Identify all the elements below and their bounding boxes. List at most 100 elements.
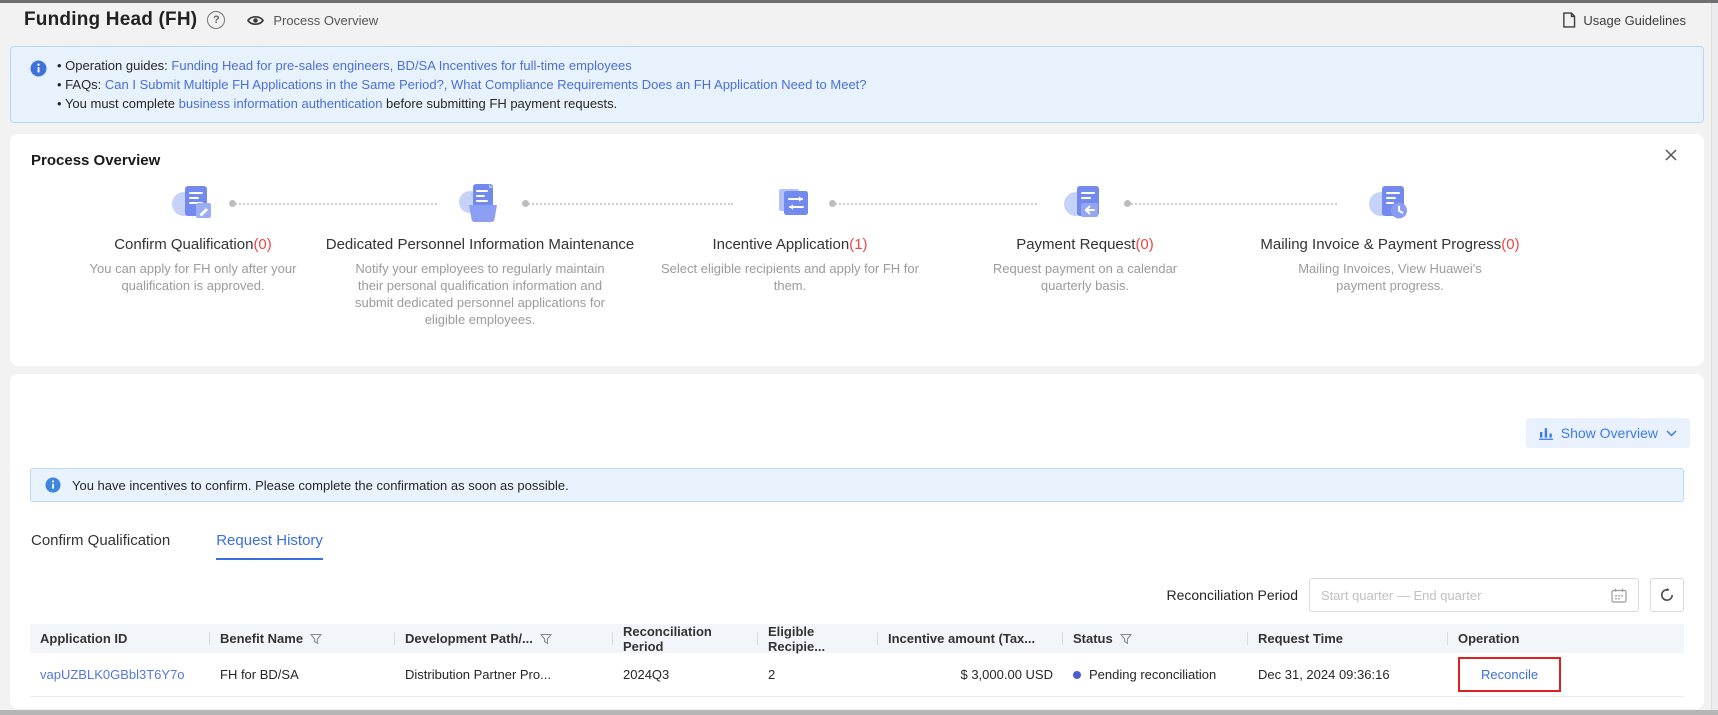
- step-description: Notify your employees to regularly maint…: [354, 260, 606, 328]
- chevron-down-icon: [1666, 430, 1677, 437]
- document-tray-icon: [320, 182, 640, 226]
- step-description: You can apply for FH only after your qua…: [63, 260, 323, 294]
- refresh-icon: [1659, 587, 1675, 603]
- range-placeholder: Start quarter — End quarter: [1321, 588, 1611, 603]
- window-bottom-edge: [0, 710, 1718, 715]
- process-overview-toggle-label[interactable]: Process Overview: [273, 13, 378, 28]
- link-bdsa-incentives[interactable]: BD/SA Incentives for full-time employees: [397, 58, 632, 73]
- tab-confirm-qualification[interactable]: Confirm Qualification: [31, 532, 170, 560]
- document-clock-icon: [1230, 182, 1550, 226]
- link-faq-multiple-applications[interactable]: Can I Submit Multiple FH Applications in…: [105, 77, 444, 92]
- faqs-label: FAQs:: [65, 77, 105, 92]
- step-description: Select eligible recipients and apply for…: [655, 260, 925, 294]
- auth-text-post: before submitting FH payment requests.: [382, 96, 617, 111]
- cell-benefit-name: FH for BD/SA: [210, 667, 395, 682]
- banner-line-operation-guides: Operation guides: Funding Head for pre-s…: [57, 56, 1687, 75]
- info-icon: [30, 60, 47, 80]
- transfer-arrows-icon: [630, 182, 950, 226]
- reconcile-link[interactable]: Reconcile: [1481, 667, 1538, 682]
- cell-request-time: Dec 31, 2024 09:36:16: [1248, 667, 1448, 682]
- show-overview-label: Show Overview: [1561, 425, 1658, 441]
- link-business-authentication[interactable]: business information authentication: [179, 96, 383, 111]
- status-dot-icon: [1073, 671, 1081, 679]
- annotation-highlight-box: Reconcile: [1458, 657, 1561, 692]
- incentives-notice-banner: You have incentives to confirm. Please c…: [30, 468, 1684, 502]
- cell-application-id: vapUZBLK0GBbl3T6Y7o: [30, 667, 210, 682]
- filter-icon[interactable]: [540, 633, 552, 645]
- step-count: (0): [1135, 236, 1153, 253]
- bar-chart-icon: [1539, 426, 1553, 440]
- cell-development-path: Distribution Partner Pro...: [395, 667, 613, 682]
- step-title-text: Dedicated Personnel Information Maintena…: [326, 236, 635, 253]
- incentives-notice-text: You have incentives to confirm. Please c…: [72, 478, 569, 493]
- step-count: (0): [253, 236, 271, 253]
- col-application-id: Application ID: [30, 624, 210, 653]
- step-description: Mailing Invoices, View Huawei's payment …: [1275, 260, 1505, 294]
- col-label: Operation: [1458, 631, 1519, 646]
- window-top-edge: [0, 0, 1718, 3]
- reconciliation-period-label: Reconciliation Period: [1166, 587, 1298, 603]
- step-description: Request payment on a calendar quarterly …: [974, 260, 1196, 294]
- step-confirm-qualification: Confirm Qualification(0) You can apply f…: [33, 182, 353, 294]
- step-count: (0): [1501, 236, 1519, 253]
- filter-icon[interactable]: [310, 633, 322, 645]
- table-row: vapUZBLK0GBbl3T6Y7o FH for BD/SA Distrib…: [30, 653, 1684, 697]
- col-label: Status: [1073, 631, 1113, 646]
- col-status: Status: [1063, 624, 1248, 653]
- col-operation: Operation: [1448, 624, 1684, 653]
- col-reconciliation-period: Reconciliation Period: [613, 624, 758, 653]
- col-label: Reconciliation Period: [623, 624, 748, 654]
- tab-request-history[interactable]: Request History: [216, 532, 323, 560]
- link-faq-compliance[interactable]: What Compliance Requirements Does an FH …: [451, 77, 867, 92]
- application-id-link[interactable]: vapUZBLK0GBbl3T6Y7o: [40, 667, 185, 682]
- info-icon: [45, 477, 61, 493]
- banner-line-authentication: You must complete business information a…: [57, 94, 1687, 113]
- col-incentive-amount: Incentive amount (Tax...: [878, 624, 1063, 653]
- quarter-range-input[interactable]: Start quarter — End quarter: [1309, 578, 1639, 612]
- cell-eligible-recipients: 2: [758, 667, 878, 682]
- col-label: Development Path/...: [405, 631, 533, 646]
- step-payment-request: Payment Request(0) Request payment on a …: [925, 182, 1245, 294]
- eye-icon[interactable]: [247, 14, 264, 27]
- request-history-table: Application ID Benefit Name Development …: [30, 624, 1684, 697]
- col-label: Incentive amount (Tax...: [888, 631, 1035, 646]
- step-title-text: Payment Request: [1016, 236, 1135, 253]
- filter-icon[interactable]: [1120, 633, 1132, 645]
- step-title: Incentive Application(1): [630, 236, 950, 253]
- step-title: Mailing Invoice & Payment Progress(0): [1230, 236, 1550, 253]
- page-title: Funding Head (FH): [24, 9, 197, 31]
- table-header: Application ID Benefit Name Development …: [30, 624, 1684, 653]
- help-icon[interactable]: ?: [207, 11, 225, 29]
- col-development-path: Development Path/...: [395, 624, 613, 653]
- col-label: Application ID: [40, 631, 127, 646]
- tab-bar: Confirm Qualification Request History: [31, 532, 323, 560]
- usage-guidelines-button[interactable]: Usage Guidelines: [1562, 12, 1686, 28]
- step-title-text: Incentive Application: [712, 236, 849, 253]
- step-count: (1): [849, 236, 867, 253]
- col-label: Benefit Name: [220, 631, 303, 646]
- link-funding-head-presales[interactable]: Funding Head for pre-sales engineers: [171, 58, 389, 73]
- filter-row: Reconciliation Period Start quarter — En…: [1166, 578, 1684, 612]
- process-overview-panel: Process Overview Confirm Qualification(0…: [10, 134, 1704, 366]
- document-arrow-icon: [925, 182, 1245, 226]
- scrollbar-track[interactable]: [1711, 3, 1718, 710]
- calendar-icon[interactable]: [1611, 588, 1627, 603]
- col-request-time: Request Time: [1248, 624, 1448, 653]
- step-mailing-invoice: Mailing Invoice & Payment Progress(0) Ma…: [1230, 182, 1550, 294]
- show-overview-button[interactable]: Show Overview: [1526, 418, 1690, 448]
- close-icon[interactable]: [1664, 148, 1678, 162]
- step-incentive-application: Incentive Application(1) Select eligible…: [630, 182, 950, 294]
- process-overview-title: Process Overview: [31, 152, 160, 169]
- step-title-text: Confirm Qualification: [114, 236, 253, 253]
- col-benefit-name: Benefit Name: [210, 624, 395, 653]
- operation-guides-label: Operation guides:: [65, 58, 171, 73]
- page-header: Funding Head (FH) ? Process Overview Usa…: [0, 3, 1710, 37]
- document-pencil-icon: [33, 182, 353, 226]
- link-separator: ,: [444, 77, 451, 92]
- status-text: Pending reconciliation: [1089, 667, 1216, 682]
- refresh-button[interactable]: [1650, 578, 1684, 612]
- step-title: Confirm Qualification(0): [33, 236, 353, 253]
- step-title: Dedicated Personnel Information Maintena…: [320, 236, 640, 253]
- cell-reconciliation-period: 2024Q3: [613, 667, 758, 682]
- col-eligible-recipients: Eligible Recipie...: [758, 624, 878, 653]
